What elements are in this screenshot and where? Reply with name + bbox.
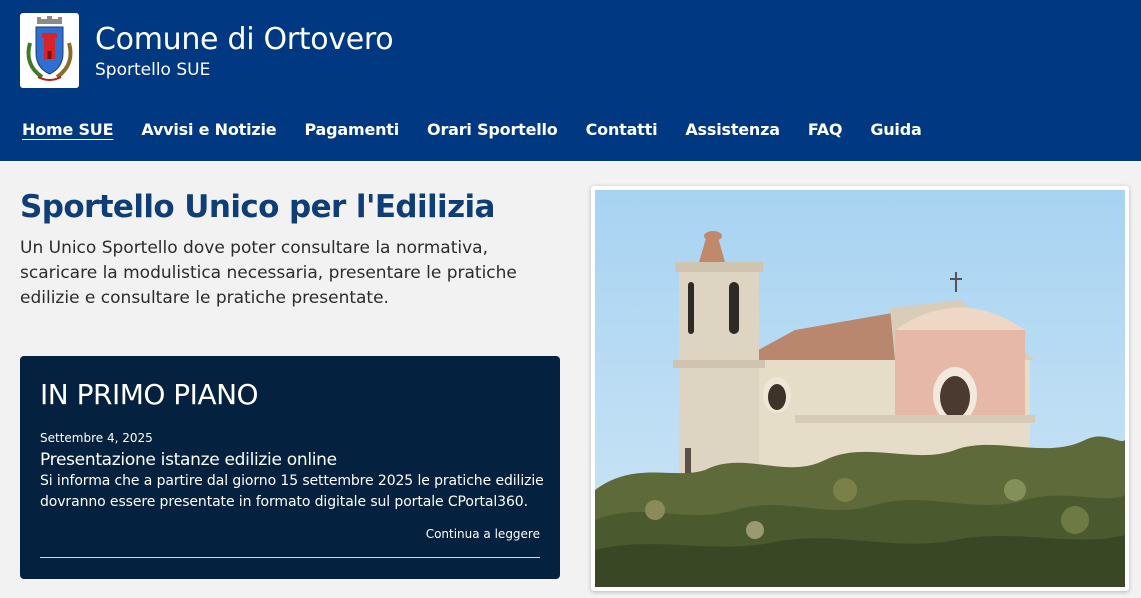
coat-of-arms-icon xyxy=(26,16,73,81)
nav-item-guida[interactable]: Guida xyxy=(870,120,921,139)
site-header: Comune di Ortovero Sportello SUE Home SU… xyxy=(0,0,1141,161)
news-title-link[interactable]: Presentazione istanze edilizie online xyxy=(40,450,337,470)
page-description: Un Unico Sportello dove poter consultare… xyxy=(20,238,517,308)
news-divider xyxy=(40,557,540,558)
nav-item-faq[interactable]: FAQ xyxy=(808,120,843,139)
featured-news-card: IN PRIMO PIANO Settembre 4, 2025 Present… xyxy=(20,356,560,579)
church-photo xyxy=(595,190,1125,587)
site-title[interactable]: Comune di Ortovero xyxy=(95,22,394,57)
site-subtitle: Sportello SUE xyxy=(95,60,211,80)
news-excerpt: Si informa che a partire dal giorno 15 s… xyxy=(40,473,544,510)
featured-section-heading: IN PRIMO PIANO xyxy=(40,378,259,411)
nav-item-assistenza[interactable]: Assistenza xyxy=(685,120,780,139)
nav-item-avvisi-e-notizie[interactable]: Avvisi e Notizie xyxy=(141,120,276,139)
nav-item-contatti[interactable]: Contatti xyxy=(586,120,658,139)
news-date: Settembre 4, 2025 xyxy=(40,431,153,445)
nav-item-pagamenti[interactable]: Pagamenti xyxy=(304,120,399,139)
main-navigation: Home SUE Avvisi e Notizie Pagamenti Orar… xyxy=(22,120,922,139)
page-title: Sportello Unico per l'Edilizia xyxy=(20,189,495,225)
nav-item-home-sue[interactable]: Home SUE xyxy=(22,120,114,139)
church-photo-frame xyxy=(591,186,1129,591)
read-more-link[interactable]: Continua a leggere xyxy=(426,527,540,541)
nav-item-orari-sportello[interactable]: Orari Sportello xyxy=(427,120,558,139)
municipal-logo[interactable] xyxy=(20,13,79,88)
